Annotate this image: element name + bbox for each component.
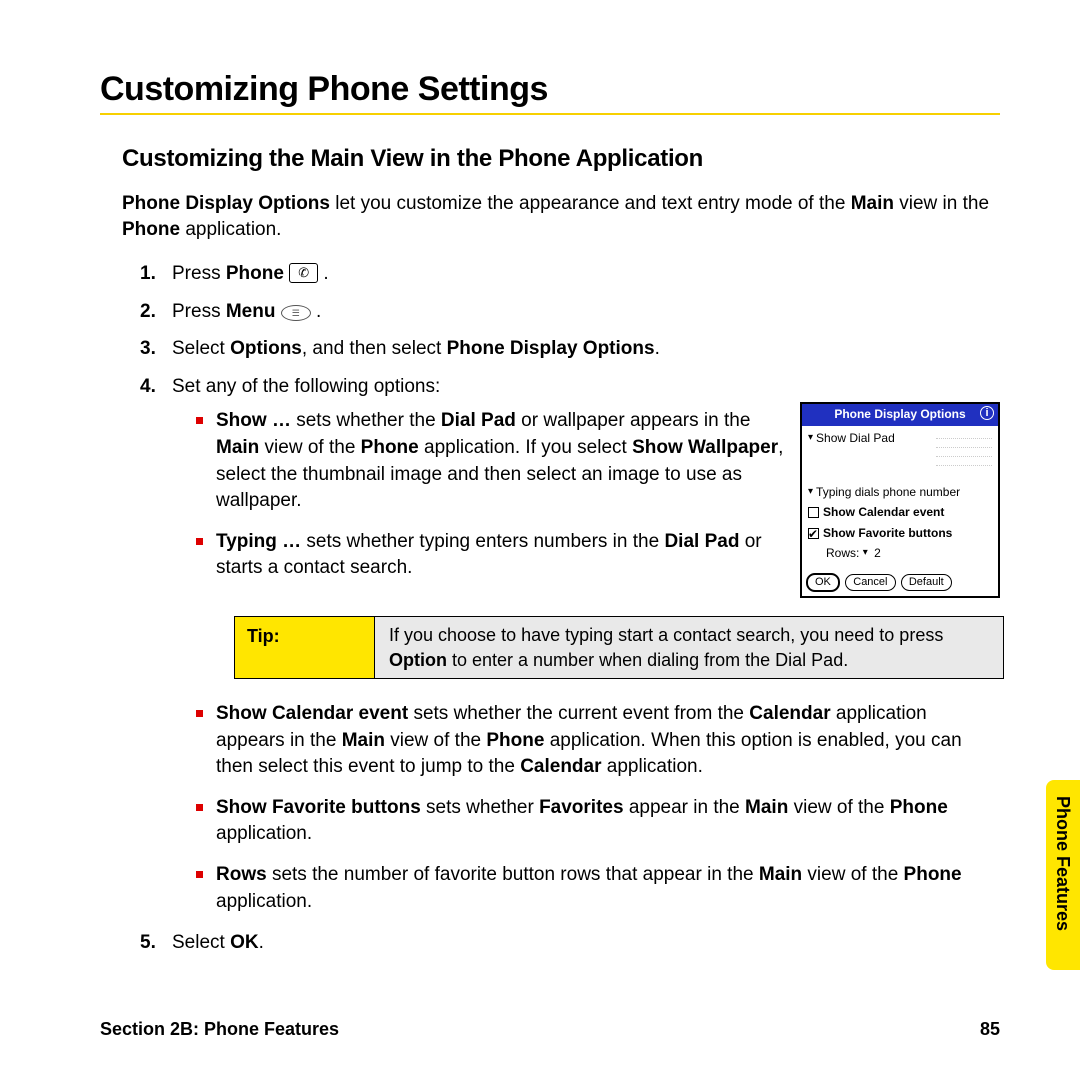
section-heading: Customizing the Main View in the Phone A… [122,145,1000,173]
mock-cancel-button: Cancel [845,574,895,591]
bullet-typing: Typing … sets whether typing enters numb… [196,529,786,582]
intro-paragraph: Phone Display Options let you customize … [122,191,1000,242]
checkbox-icon [808,507,819,518]
step-4: Set any of the following options: Show …… [140,373,1000,915]
mock-rows-value: 2 [874,545,881,562]
info-icon: i [980,406,994,420]
mock-show-dial: Show Dial Pad [816,430,895,447]
mock-favorites: Show Favorite buttons [823,525,952,542]
title-rule [100,113,1000,115]
side-tab: Phone Features [1046,780,1080,970]
page-title: Customizing Phone Settings [100,70,1000,109]
mock-title: Phone Display Options [834,407,965,421]
mock-rows-label: Rows: [826,545,859,562]
step-1: Press Phone ✆ . [140,260,1000,288]
menu-key-icon: ☰ [281,305,311,321]
step-3: Select Options, and then select Phone Di… [140,335,1000,363]
screenshot-mock: Phone Display Options i ▾Show Dial Pad ▾… [800,402,1000,598]
footer-section: Section 2B: Phone Features [100,1019,339,1040]
mock-ok-button: OK [806,573,840,592]
step-5: Select OK. [140,929,1000,957]
mock-calendar: Show Calendar event [823,504,944,521]
bullet-rows: Rows sets the number of favorite button … [196,862,1000,915]
tip-body: If you choose to have typing start a con… [375,617,1003,678]
mock-thumbnail [936,430,992,474]
bullet-calendar: Show Calendar event sets whether the cur… [196,701,1000,781]
phone-key-icon: ✆ [289,263,318,283]
bullet-show: Show … sets whether the Dial Pad or wall… [196,408,786,514]
bullet-favorites: Show Favorite buttons sets whether Favor… [196,795,1000,848]
mock-typing: Typing dials phone number [816,484,960,501]
mock-default-button: Default [901,574,952,591]
step-2: Press Menu ☰ . [140,298,1000,326]
dropdown-icon: ▾ [808,431,813,446]
tip-box: Tip: If you choose to have typing start … [234,616,1004,679]
page-number: 85 [980,1019,1000,1040]
checkbox-checked-icon [808,528,819,539]
tip-label: Tip: [235,617,375,678]
